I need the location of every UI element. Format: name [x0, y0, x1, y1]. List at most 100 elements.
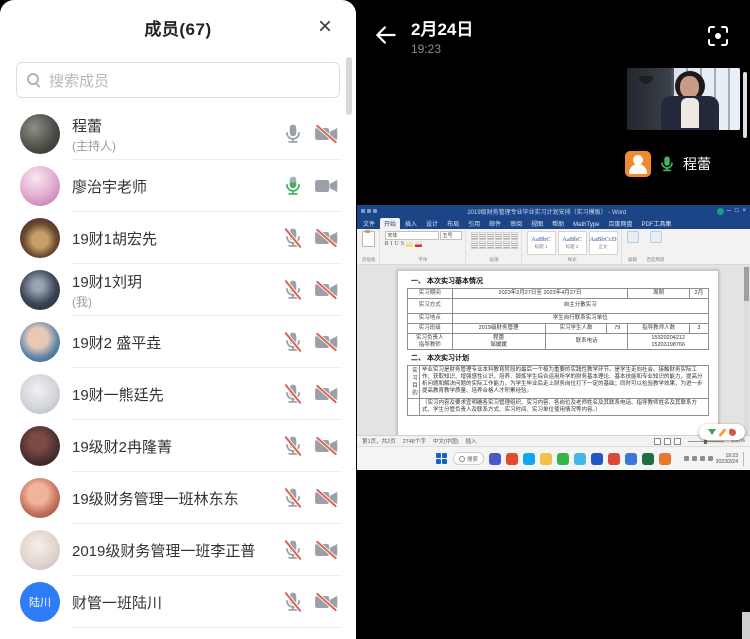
member-row[interactable]: 19财一熊廷先: [0, 368, 356, 420]
clipboard-group: 剪贴板: [359, 230, 380, 264]
taskbar-app-icon[interactable]: [591, 453, 603, 465]
annotation-toolbar[interactable]: [699, 424, 745, 440]
ribbon-tab[interactable]: 设计: [422, 218, 442, 229]
mic-icon[interactable]: [282, 539, 304, 561]
ribbon-tab[interactable]: 文件: [359, 218, 379, 229]
annotation-hand-icon[interactable]: [728, 428, 736, 436]
style-chip[interactable]: AaBbC标题 2: [558, 231, 587, 255]
member-name: 程蕾: [72, 115, 282, 136]
camera-icon[interactable]: [314, 123, 340, 145]
minimize-icon[interactable]: ─: [727, 208, 731, 214]
ribbon-tab[interactable]: 审阅: [506, 218, 526, 229]
camera-icon[interactable]: [314, 175, 340, 197]
camera-icon[interactable]: [314, 487, 340, 509]
mic-icon[interactable]: [282, 123, 304, 145]
word-scrollbar[interactable]: [744, 267, 749, 435]
font-name-box[interactable]: 宋体: [385, 231, 439, 240]
tray-icon[interactable]: [700, 456, 705, 461]
ribbon-tab[interactable]: 开始: [380, 218, 400, 229]
ribbon-tab[interactable]: 插入: [401, 218, 421, 229]
member-row[interactable]: 19财1刘玥 (我): [0, 264, 356, 316]
mic-icon[interactable]: [282, 331, 304, 353]
view-switcher-icons[interactable]: [654, 438, 681, 445]
close-icon[interactable]: ×: [310, 12, 340, 42]
mic-icon[interactable]: [282, 227, 304, 249]
start-button[interactable]: [436, 453, 448, 465]
ribbon-tab[interactable]: 视图: [527, 218, 547, 229]
mic-icon[interactable]: [282, 487, 304, 509]
ribbon-tab[interactable]: 百度网盘: [605, 218, 637, 229]
member-row[interactable]: 19财2 盛平垚: [0, 316, 356, 368]
ribbon-tab[interactable]: 帮助: [548, 218, 568, 229]
camera-icon[interactable]: [314, 331, 340, 353]
ribbon-tab[interactable]: PDF工具集: [638, 218, 676, 229]
camera-icon[interactable]: [314, 539, 340, 561]
ribbon-tab[interactable]: MathType: [569, 221, 603, 229]
camera-icon[interactable]: [314, 383, 340, 405]
taskbar-app-icon[interactable]: [642, 453, 654, 465]
paragraph-buttons[interactable]: [471, 232, 518, 249]
format-button[interactable]: B: [385, 241, 389, 247]
member-row[interactable]: 程蕾 (主持人): [0, 108, 356, 160]
mic-icon[interactable]: [282, 175, 304, 197]
screenshot-icon[interactable]: [706, 24, 730, 48]
taskbar-app-icon[interactable]: [574, 453, 586, 465]
member-row[interactable]: 19级财2冉隆菁: [0, 420, 356, 472]
format-button[interactable]: S: [401, 241, 404, 247]
speaker-video-thumbnail[interactable]: [627, 68, 740, 130]
style-chip[interactable]: AaBbCcD正文: [589, 231, 618, 255]
annotation-pen-icon[interactable]: [718, 428, 726, 437]
netdisk-icon[interactable]: [650, 231, 662, 243]
status-segment: 插入: [466, 437, 477, 445]
camera-icon[interactable]: [314, 435, 340, 457]
camera-icon[interactable]: [314, 279, 340, 301]
member-row[interactable]: 廖治宇老师: [0, 160, 356, 212]
annotation-arrow-icon[interactable]: [708, 429, 716, 435]
taskbar-clock[interactable]: 19:232023/2/24: [716, 453, 738, 465]
member-row[interactable]: 2019级财务管理一班李正普: [0, 524, 356, 576]
taskbar-app-icon[interactable]: [625, 453, 637, 465]
format-button[interactable]: I: [391, 241, 393, 247]
maximize-icon[interactable]: □: [735, 208, 739, 214]
paste-icon[interactable]: [362, 231, 375, 247]
mic-icon[interactable]: [282, 435, 304, 457]
tray-icon[interactable]: [692, 456, 697, 461]
camera-icon[interactable]: [314, 591, 340, 613]
highlight-color-icon[interactable]: [406, 241, 413, 247]
status-segment: 2748个字: [403, 437, 426, 445]
ribbon-tab[interactable]: 引用: [464, 218, 484, 229]
camera-icon[interactable]: [314, 227, 340, 249]
taskbar-app-icon[interactable]: [659, 453, 671, 465]
mic-icon[interactable]: [282, 383, 304, 405]
member-row[interactable]: 陆川 财管一班陆川: [0, 576, 356, 628]
taskbar-app-icon[interactable]: [489, 453, 501, 465]
ribbon-tab[interactable]: 布局: [443, 218, 463, 229]
shared-screen[interactable]: 2019级财务管理专业毕业实习计划安排（实习模板） - Word ─ □ × 文…: [357, 205, 750, 470]
close-window-icon[interactable]: ×: [742, 208, 746, 214]
font-size-box[interactable]: 五号: [440, 231, 462, 240]
taskbar-app-icon[interactable]: [506, 453, 518, 465]
taskbar-app-icon[interactable]: [557, 453, 569, 465]
member-name: 廖治宇老师: [72, 176, 282, 197]
ribbon-tab[interactable]: 邮件: [485, 218, 505, 229]
mic-icon[interactable]: [282, 279, 304, 301]
taskbar-app-icon[interactable]: [540, 453, 552, 465]
avatar: [20, 218, 60, 258]
zoom-slider[interactable]: [688, 441, 724, 442]
taskbar-search[interactable]: 搜索: [453, 452, 484, 465]
format-button[interactable]: U: [395, 241, 399, 247]
font-color-icon[interactable]: [415, 241, 422, 247]
back-icon[interactable]: [373, 22, 401, 50]
taskbar-app-icon[interactable]: [523, 453, 535, 465]
members-scrollbar[interactable]: [346, 57, 352, 115]
taskbar-app-icon[interactable]: [608, 453, 620, 465]
style-chip[interactable]: AaBbC标题 1: [527, 231, 556, 255]
member-row[interactable]: 19财1胡宏先: [0, 212, 356, 264]
show-desktop-button[interactable]: [743, 452, 746, 466]
tray-icon[interactable]: [684, 456, 689, 461]
search-input[interactable]: 搜索成员: [16, 62, 340, 98]
editing-icon[interactable]: [627, 231, 639, 243]
member-row[interactable]: 19级财务管理一班林东东: [0, 472, 356, 524]
tray-icon[interactable]: [708, 456, 713, 461]
mic-icon[interactable]: [282, 591, 304, 613]
